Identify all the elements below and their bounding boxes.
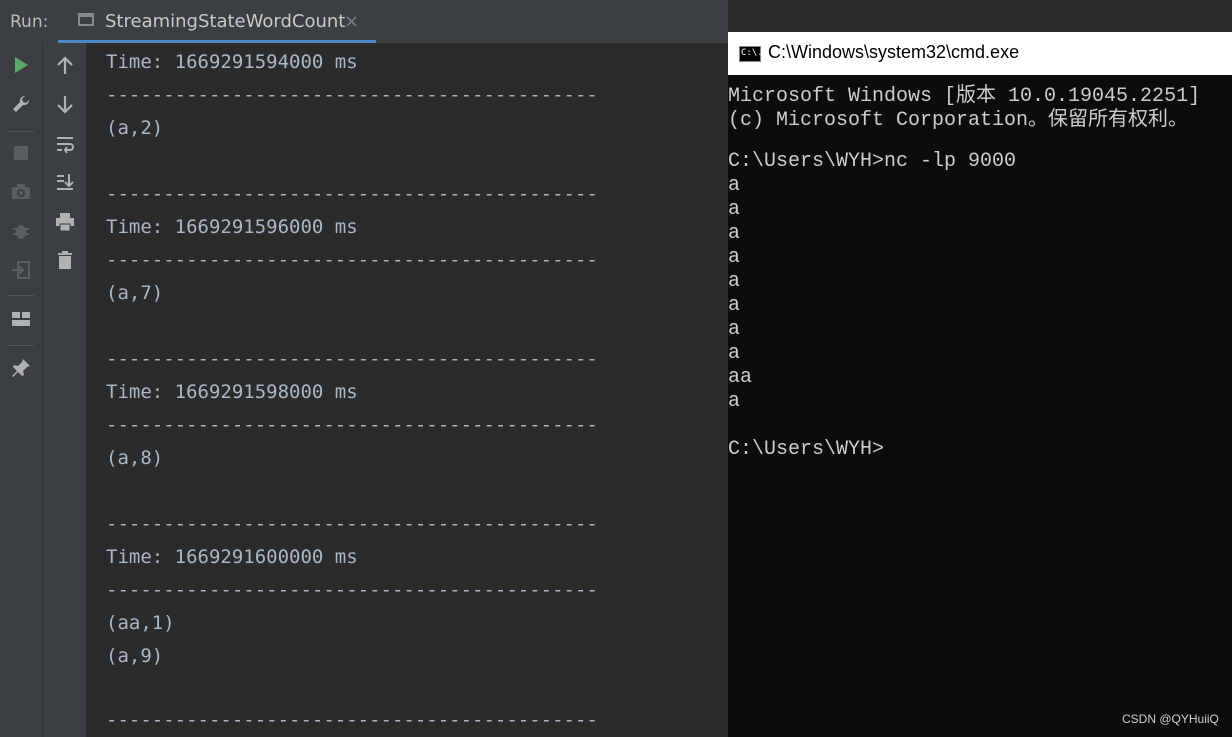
print-icon[interactable] (50, 207, 80, 237)
cmd-line: (c) Microsoft Corporation。保留所有权利。 (728, 109, 1189, 132)
cmd-line: a (728, 318, 741, 341)
cmd-line: a (728, 390, 741, 413)
watermark: CSDN @QYHuiiQ (1122, 712, 1219, 726)
console-line: ----------------------------------------… (106, 513, 598, 535)
camera-icon[interactable] (6, 177, 36, 207)
layout-icon[interactable] (6, 304, 36, 334)
console-line: (a,8) (106, 447, 164, 469)
scroll-to-end-icon[interactable] (50, 167, 80, 197)
cmd-line: a (728, 198, 741, 221)
cmd-icon: C:\. (739, 46, 763, 62)
cmd-line: a (728, 174, 741, 197)
console-line: ----------------------------------------… (106, 348, 598, 370)
arrow-down-icon[interactable] (50, 89, 80, 119)
wrench-icon[interactable] (6, 89, 36, 119)
run-icon[interactable] (6, 50, 36, 80)
run-toolbar-primary (0, 43, 43, 737)
cmd-line: aa (728, 366, 753, 389)
cmd-line: a (728, 222, 741, 245)
cmd-line: a (728, 294, 741, 317)
tab-streaming-state-word-count[interactable]: StreamingStateWordCount × (58, 0, 376, 43)
debug-bug-icon[interactable] (6, 216, 36, 246)
cmd-line: C:\Users\WYH>nc -lp 9000 (728, 150, 1017, 173)
console-line: (a,7) (106, 282, 164, 304)
console-line: ----------------------------------------… (106, 249, 598, 271)
cmd-window[interactable]: C:\. C:\Windows\system32\cmd.exe Microso… (728, 32, 1232, 737)
stop-icon[interactable] (6, 138, 36, 168)
run-toolbar-secondary (43, 43, 87, 737)
cmd-line: a (728, 270, 741, 293)
console-line: Time: 1669291596000 ms (106, 216, 358, 238)
run-label: Run: (10, 12, 49, 32)
arrow-up-icon[interactable] (50, 51, 80, 81)
console-line: (a,2) (106, 117, 164, 139)
tab-title: StreamingStateWordCount (105, 11, 346, 32)
soft-wrap-icon[interactable] (50, 129, 80, 159)
console-line: ----------------------------------------… (106, 183, 598, 205)
cmd-line: C:\Users\WYH> (728, 438, 885, 461)
exit-icon[interactable] (6, 255, 36, 285)
console-line: (a,9) (106, 645, 164, 667)
console-line: Time: 1669291600000 ms (106, 546, 358, 568)
cmd-line: a (728, 246, 741, 269)
console-line: (aa,1) (106, 612, 175, 634)
console-line: ----------------------------------------… (106, 579, 598, 601)
close-icon[interactable]: × (344, 11, 359, 32)
cmd-line: a (728, 342, 741, 365)
console-line: Time: 1669291594000 ms (106, 51, 358, 73)
console-line: Time: 1669291598000 ms (106, 381, 358, 403)
pin-icon[interactable] (6, 353, 36, 383)
run-panel-header: Run: StreamingStateWordCount × (0, 0, 728, 44)
console-output[interactable]: Time: 1669291594000 ms -----------------… (87, 43, 728, 737)
console-line: ----------------------------------------… (106, 709, 598, 731)
console-line: ----------------------------------------… (106, 84, 598, 106)
console-line: ----------------------------------------… (106, 414, 598, 436)
console-window-icon (78, 13, 94, 26)
cmd-titlebar[interactable]: C:\. C:\Windows\system32\cmd.exe (728, 32, 1232, 75)
cmd-window-title: C:\Windows\system32\cmd.exe (768, 42, 1020, 62)
trash-icon[interactable] (50, 245, 80, 275)
